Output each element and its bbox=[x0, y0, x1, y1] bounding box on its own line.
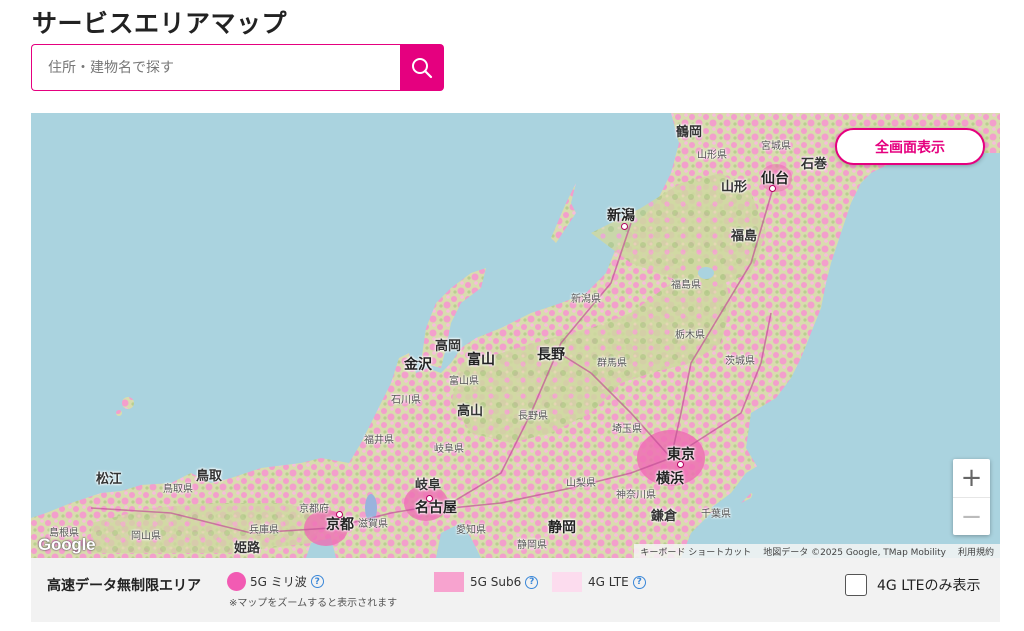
city-marker-niigata bbox=[621, 223, 628, 230]
map-label-sendai: 仙台 bbox=[761, 171, 789, 187]
help-icon[interactable]: ? bbox=[310, 575, 324, 588]
map-label-kanazawa: 金沢 bbox=[404, 357, 432, 373]
legend-swatch-5g-sub6 bbox=[434, 572, 464, 592]
map-label-chiba-pref: 千葉県 bbox=[701, 509, 731, 520]
map-label-fukui-pref: 福井県 bbox=[364, 435, 394, 446]
map-label-tochigi-pref: 栃木県 bbox=[675, 330, 705, 341]
legend-label-5g-mmwave: 5G ミリ波 bbox=[250, 575, 307, 589]
map-label-miyagi: 宮城県 bbox=[761, 141, 791, 152]
help-icon[interactable]: ? bbox=[632, 575, 646, 589]
map-label-takayama: 高山 bbox=[457, 404, 484, 419]
fullscreen-button[interactable]: 全画面表示 bbox=[835, 128, 985, 165]
city-marker-nagoya bbox=[426, 495, 433, 502]
map-label-yokohama: 横浜 bbox=[656, 471, 684, 487]
google-logo: Google bbox=[38, 535, 96, 554]
map-label-takaoka: 高岡 bbox=[435, 339, 462, 354]
map-label-shizuoka-pref: 静岡県 bbox=[517, 540, 547, 551]
map-label-niigata: 新潟 bbox=[607, 208, 635, 224]
legend-item-5g-sub6: 5G Sub6 ? bbox=[434, 572, 539, 592]
search-button[interactable] bbox=[400, 44, 444, 91]
map-data-credit: 地図データ ©2025 Google, TMap Mobility bbox=[763, 547, 946, 558]
lte-only-checkbox[interactable] bbox=[845, 574, 867, 596]
legend-swatch-4g-lte bbox=[552, 572, 582, 592]
map-label-fukushima: 福島 bbox=[731, 229, 758, 244]
map-label-tottori: 鳥取 bbox=[196, 469, 223, 484]
map-label-matsue: 松江 bbox=[96, 472, 123, 487]
map-label-kamakura: 鎌倉 bbox=[651, 509, 678, 524]
map-label-gifu: 岐阜 bbox=[415, 478, 442, 493]
lte-only-toggle[interactable]: 4G LTEのみ表示 bbox=[845, 574, 980, 596]
map-label-toyama-pref: 富山県 bbox=[449, 376, 479, 387]
map-label-yamagata-pref: 山形県 bbox=[697, 150, 727, 161]
map-label-kyoto-pref: 京都府 bbox=[299, 504, 329, 515]
map-label-nagano: 長野 bbox=[537, 347, 565, 363]
coverage-map[interactable]: 鶴岡 宮城県 山形県 石巻 山形 仙台 新潟 福島 新潟県 福島県 栃木県 高岡… bbox=[31, 113, 1000, 558]
coverage-legend: 高速データ無制限エリア 5G ミリ波 ? ※マップをズームすると表示されます 5… bbox=[31, 558, 1000, 622]
map-label-kanagawa-pref: 神奈川県 bbox=[616, 490, 656, 501]
map-label-himeji: 姫路 bbox=[234, 541, 261, 556]
legend-label-5g-sub6: 5G Sub6 bbox=[470, 575, 522, 589]
legend-note: ※マップをズームすると表示されます bbox=[229, 598, 398, 609]
map-label-nagano-pref: 長野県 bbox=[518, 411, 548, 422]
map-attribution: キーボード ショートカット 地図データ ©2025 Google, TMap M… bbox=[634, 544, 1000, 558]
city-marker-tokyo bbox=[677, 461, 684, 468]
map-label-nagoya: 名古屋 bbox=[415, 500, 457, 516]
map-label-aichi-pref: 愛知県 bbox=[456, 525, 486, 536]
map-label-okayama-pref: 岡山県 bbox=[131, 531, 161, 542]
search-bar bbox=[31, 44, 444, 91]
map-label-fukushima-pref: 福島県 bbox=[671, 280, 701, 291]
legend-item-5g-mmwave: 5G ミリ波 ? bbox=[227, 572, 324, 591]
keyboard-shortcuts-link[interactable]: キーボード ショートカット bbox=[634, 545, 757, 558]
search-input[interactable] bbox=[31, 44, 401, 91]
map-label-shiga-pref: 滋賀県 bbox=[358, 519, 388, 530]
map-label-toyama: 富山 bbox=[467, 352, 495, 368]
legend-item-4g-lte: 4G LTE ? bbox=[552, 572, 646, 592]
legend-label-4g-lte: 4G LTE bbox=[588, 575, 629, 589]
map-label-niigata-pref: 新潟県 bbox=[571, 294, 601, 305]
zoom-out-button[interactable]: − bbox=[953, 497, 990, 535]
city-marker-sendai bbox=[769, 185, 776, 192]
zoom-in-button[interactable]: + bbox=[953, 459, 990, 497]
help-icon[interactable]: ? bbox=[525, 575, 539, 589]
map-label-ishikawa-pref: 石川県 bbox=[391, 395, 421, 406]
map-label-tottori-pref: 鳥取県 bbox=[163, 484, 193, 495]
legend-swatch-5g-mmwave bbox=[227, 572, 246, 591]
search-icon bbox=[412, 57, 433, 78]
map-label-gifu-pref: 岐阜県 bbox=[434, 444, 464, 455]
map-label-saitama-pref: 埼玉県 bbox=[612, 424, 642, 435]
legend-title: 高速データ無制限エリア bbox=[47, 578, 201, 594]
map-label-yamanashi-pref: 山梨県 bbox=[566, 478, 596, 489]
city-marker-kyoto bbox=[336, 511, 343, 518]
lte-only-label: 4G LTEのみ表示 bbox=[877, 578, 981, 594]
page-title: サービスエリアマップ bbox=[32, 9, 288, 38]
map-label-shizuoka: 静岡 bbox=[548, 520, 576, 536]
map-label-hyogo-pref: 兵庫県 bbox=[249, 525, 279, 536]
map-label-tsuruoka: 鶴岡 bbox=[676, 125, 703, 140]
map-label-ibaraki-pref: 茨城県 bbox=[725, 356, 755, 367]
terms-link[interactable]: 利用規約 bbox=[952, 545, 1000, 558]
map-label-yamagata: 山形 bbox=[721, 180, 748, 195]
map-label-ishinomaki: 石巻 bbox=[801, 157, 828, 172]
map-label-gunma-pref: 群馬県 bbox=[597, 358, 627, 369]
zoom-controls: + − bbox=[953, 459, 990, 535]
